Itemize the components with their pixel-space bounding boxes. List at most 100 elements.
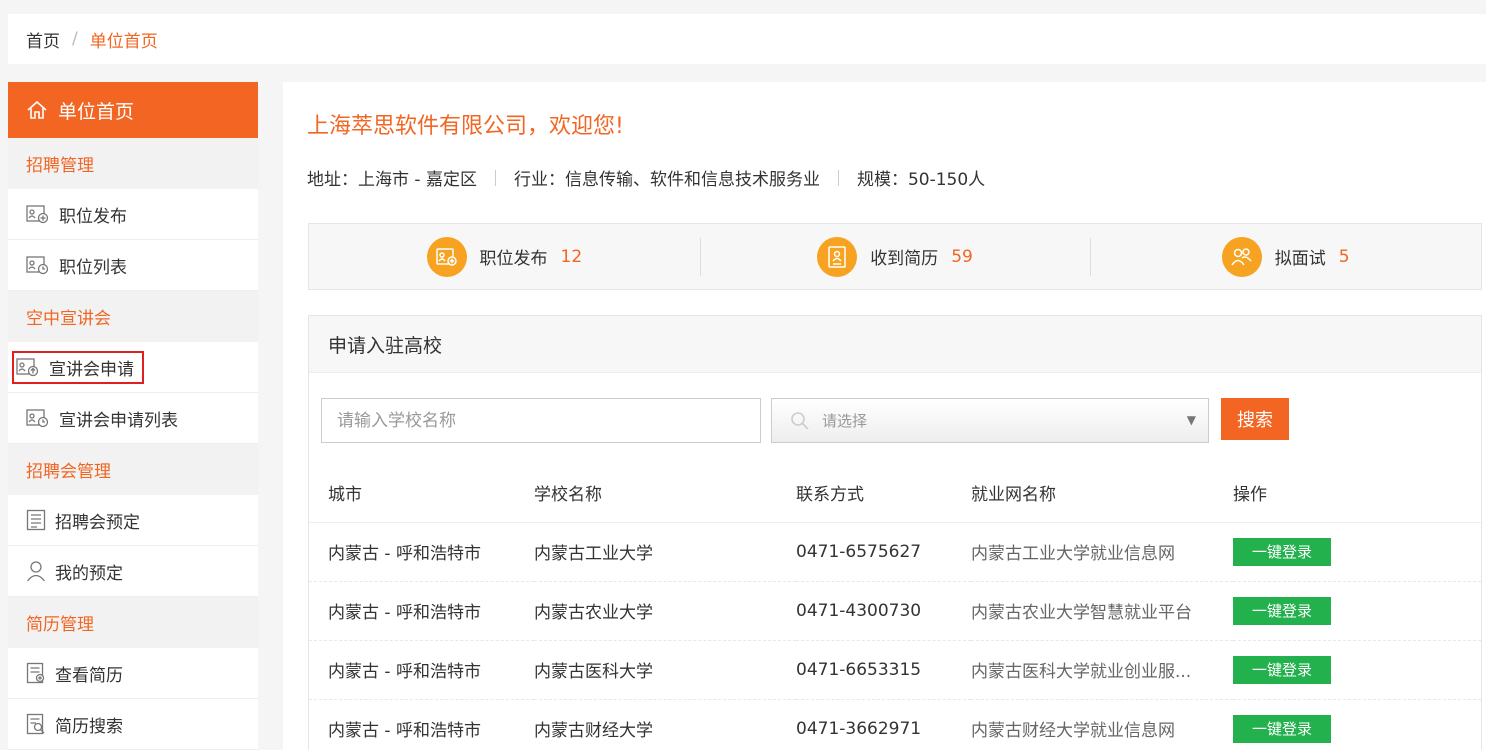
sidebar-item-label: 宣讲会申请列表 bbox=[59, 410, 178, 431]
breadcrumb-separator: / bbox=[72, 29, 78, 49]
breadcrumb-home[interactable]: 首页 bbox=[26, 27, 60, 52]
sidebar-item-talk-apply-list[interactable]: 宣讲会申请列表 bbox=[8, 393, 258, 444]
sidebar-item-view-resume[interactable]: 查看简历 bbox=[8, 648, 258, 699]
cell-site: 内蒙古农业大学智慧就业平台 bbox=[971, 581, 1233, 641]
column-header: 操作 bbox=[1233, 464, 1481, 523]
breadcrumb: 首页 / 单位首页 bbox=[8, 14, 1486, 64]
stat-interviews[interactable]: 拟面试 5 bbox=[1090, 224, 1481, 289]
sidebar-item-fair-booking[interactable]: 招聘会预定 bbox=[8, 495, 258, 546]
table-row: 内蒙古 - 呼和浩特市 内蒙古财经大学 0471-3662971 内蒙古财经大学… bbox=[309, 699, 1481, 750]
sidebar-group-air-talk[interactable]: 空中宣讲会 bbox=[8, 291, 258, 342]
sidebar-item-label: 宣讲会申请 bbox=[49, 359, 134, 380]
job-list-icon bbox=[26, 256, 49, 275]
cell-school: 内蒙古工业大学 bbox=[534, 522, 796, 582]
cell-site: 内蒙古财经大学就业信息网 bbox=[971, 699, 1233, 750]
cell-city: 内蒙古 - 呼和浩特市 bbox=[309, 522, 534, 582]
stat-value: 12 bbox=[560, 246, 583, 267]
one-click-login-button[interactable]: 一键登录 bbox=[1233, 714, 1331, 743]
select-placeholder: 请选择 bbox=[822, 412, 868, 430]
cell-action: 一键登录 bbox=[1233, 522, 1481, 582]
school-name-input[interactable] bbox=[321, 398, 761, 443]
sidebar-group-recruit[interactable]: 招聘管理 bbox=[8, 138, 258, 189]
main-content: 上海萃思软件有限公司，欢迎您! 地址：上海市 - 嘉定区 行业：信息传输、软件和… bbox=[283, 82, 1486, 750]
school-table: 城市 学校名称 联系方式 就业网名称 操作 内蒙古 - 呼和浩特市 内蒙古工业大… bbox=[309, 464, 1481, 750]
user-icon bbox=[26, 561, 46, 582]
search-icon bbox=[791, 411, 809, 430]
column-header: 学校名称 bbox=[534, 464, 796, 523]
sidebar-group-fair[interactable]: 招聘会管理 bbox=[8, 444, 258, 495]
sidebar-item-my-booking[interactable]: 我的预定 bbox=[8, 546, 258, 597]
info-divider bbox=[837, 169, 839, 186]
sidebar-item-label: 简历搜索 bbox=[55, 716, 123, 737]
talk-list-icon bbox=[26, 409, 49, 428]
panel-title: 申请入驻高校 bbox=[309, 316, 1481, 373]
resume-stat-icon bbox=[817, 236, 858, 277]
stat-label: 职位发布 bbox=[479, 249, 548, 269]
one-click-login-button[interactable]: 一键登录 bbox=[1233, 655, 1331, 684]
stats-bar: 职位发布 12 收到简历 59 拟面试 5 bbox=[308, 223, 1482, 290]
table-row: 内蒙古 - 呼和浩特市 内蒙古工业大学 0471-6575627 内蒙古工业大学… bbox=[309, 522, 1481, 582]
sidebar-item-label: 职位发布 bbox=[59, 206, 127, 227]
company-industry: 行业：信息传输、软件和信息技术服务业 bbox=[513, 170, 820, 190]
stat-job-posts[interactable]: 职位发布 12 bbox=[309, 224, 700, 289]
dropdown-arrow-icon: ▼ bbox=[1186, 413, 1196, 427]
company-scale: 规模：50-150人 bbox=[856, 170, 986, 190]
sidebar-group-resume[interactable]: 简历管理 bbox=[8, 597, 258, 648]
cell-phone: 0471-4300730 bbox=[796, 581, 971, 641]
document-list-icon bbox=[26, 509, 46, 531]
column-header: 就业网名称 bbox=[971, 464, 1233, 523]
stat-value: 5 bbox=[1338, 246, 1350, 267]
stat-label: 收到简历 bbox=[870, 249, 939, 269]
company-address: 地址：上海市 - 嘉定区 bbox=[307, 170, 477, 190]
search-row: 请选择 ▼ 搜索 bbox=[321, 398, 1289, 443]
cell-school: 内蒙古医科大学 bbox=[534, 640, 796, 700]
breadcrumb-current: 单位首页 bbox=[89, 31, 158, 52]
cell-phone: 0471-3662971 bbox=[796, 699, 971, 750]
stat-resumes[interactable]: 收到简历 59 bbox=[699, 224, 1091, 289]
sidebar-home[interactable]: 单位首页 bbox=[8, 82, 258, 138]
cell-school: 内蒙古财经大学 bbox=[534, 699, 796, 750]
sidebar-item-search-resume[interactable]: 简历搜索 bbox=[8, 699, 258, 750]
interview-stat-icon bbox=[1221, 236, 1262, 277]
cell-site: 内蒙古医科大学就业创业服... bbox=[971, 640, 1233, 700]
one-click-login-button[interactable]: 一键登录 bbox=[1233, 596, 1331, 625]
cell-city: 内蒙古 - 呼和浩特市 bbox=[309, 581, 534, 641]
sidebar-item-talk-apply[interactable]: 宣讲会申请 bbox=[8, 342, 258, 393]
stat-label: 拟面试 bbox=[1274, 249, 1326, 269]
cell-city: 内蒙古 - 呼和浩特市 bbox=[309, 640, 534, 700]
table-header-row: 城市 学校名称 联系方式 就业网名称 操作 bbox=[309, 464, 1481, 523]
job-post-stat-icon bbox=[426, 236, 467, 277]
cell-site: 内蒙古工业大学就业信息网 bbox=[971, 522, 1233, 582]
job-post-icon bbox=[26, 205, 49, 224]
sidebar-home-label: 单位首页 bbox=[58, 100, 135, 123]
column-header: 联系方式 bbox=[796, 464, 971, 523]
cell-phone: 0471-6653315 bbox=[796, 640, 971, 700]
sidebar-item-job-post[interactable]: 职位发布 bbox=[8, 189, 258, 240]
sidebar-item-label: 职位列表 bbox=[59, 257, 127, 278]
resume-view-icon bbox=[26, 662, 45, 684]
apply-school-panel: 申请入驻高校 请选择 ▼ 搜索 城市 学校名称 联系方式 就业网名称 操作 bbox=[308, 315, 1482, 750]
cell-action: 一键登录 bbox=[1233, 699, 1481, 750]
sidebar-item-job-list[interactable]: 职位列表 bbox=[8, 240, 258, 291]
column-header: 城市 bbox=[309, 464, 534, 523]
sidebar: 单位首页 招聘管理 职位发布 职位列表 空中宣讲会 宣讲会申请 宣讲会申请列表 … bbox=[8, 82, 258, 750]
home-icon bbox=[27, 100, 47, 119]
table-row: 内蒙古 - 呼和浩特市 内蒙古医科大学 0471-6653315 内蒙古医科大学… bbox=[309, 640, 1481, 700]
cell-school: 内蒙古农业大学 bbox=[534, 581, 796, 641]
search-button[interactable]: 搜索 bbox=[1221, 398, 1289, 440]
one-click-login-button[interactable]: 一键登录 bbox=[1233, 537, 1331, 566]
cell-city: 内蒙古 - 呼和浩特市 bbox=[309, 699, 534, 750]
region-select[interactable]: 请选择 ▼ bbox=[771, 398, 1209, 443]
sidebar-item-label: 我的预定 bbox=[55, 563, 123, 584]
welcome-title: 上海萃思软件有限公司，欢迎您! bbox=[307, 114, 624, 139]
highlight-box: 宣讲会申请 bbox=[12, 350, 144, 384]
cell-action: 一键登录 bbox=[1233, 581, 1481, 641]
resume-search-icon bbox=[26, 713, 45, 735]
talk-apply-icon bbox=[16, 358, 39, 377]
sidebar-item-label: 招聘会预定 bbox=[55, 512, 140, 533]
cell-phone: 0471-6575627 bbox=[796, 522, 971, 582]
cell-action: 一键登录 bbox=[1233, 640, 1481, 700]
sidebar-item-label: 查看简历 bbox=[55, 665, 123, 686]
table-row: 内蒙古 - 呼和浩特市 内蒙古农业大学 0471-4300730 内蒙古农业大学… bbox=[309, 581, 1481, 641]
stat-value: 59 bbox=[951, 246, 973, 267]
